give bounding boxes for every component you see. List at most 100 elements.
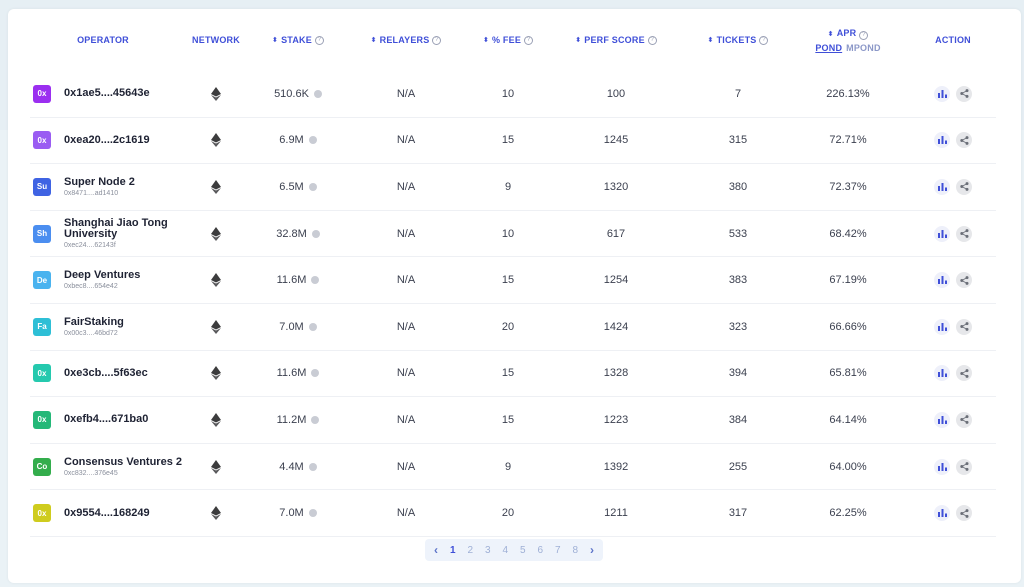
table-row[interactable]: Co Consensus Ventures 2 0xc832....376e45… <box>30 444 996 491</box>
table-row[interactable]: 0x 0x9554....168249 7.0M N/A 20 1211 317… <box>30 490 996 537</box>
action-cell <box>918 304 988 350</box>
page-button-8[interactable]: 8 <box>567 545 585 556</box>
bar-chart-icon[interactable] <box>934 272 950 289</box>
operator-cell[interactable]: 0x 0xefb4....671ba0 <box>33 397 183 443</box>
table-row[interactable]: 0x 0xe3cb....5f63ec 11.6M N/A 15 1328 39… <box>30 351 996 398</box>
bar-chart-icon[interactable] <box>934 365 950 382</box>
table-row[interactable]: 0x 0x1ae5....45643e 510.6K N/A 10 100 7 … <box>30 71 996 118</box>
tickets-value: 317 <box>728 507 748 520</box>
operator-name[interactable]: 0xefb4....671ba0 <box>64 414 148 425</box>
share-icon[interactable] <box>956 178 972 195</box>
stake-value: 7.0M <box>279 507 304 520</box>
info-dot-icon[interactable] <box>308 509 317 518</box>
share-icon[interactable] <box>956 132 972 149</box>
header-tickets[interactable]: ⬍ TICKETS? <box>688 9 788 71</box>
header-relayers[interactable]: ⬍ RELAYERS? <box>358 9 454 71</box>
table-row[interactable]: De Deep Ventures 0xbec8....654e42 11.6M … <box>30 257 996 304</box>
operator-name[interactable]: Shanghai Jiao Tong University <box>64 218 183 240</box>
operator-address: 0xec24....62143f <box>64 242 116 250</box>
operator-name[interactable]: Consensus Ventures 2 <box>64 456 182 468</box>
help-circle-icon[interactable]: ? <box>859 30 869 40</box>
tickets-value: 7 <box>734 87 742 100</box>
operator-name[interactable]: 0x9554....168249 <box>64 507 150 519</box>
fee-cell: 9 <box>468 164 548 210</box>
bar-chart-icon[interactable] <box>934 318 950 335</box>
page-button-7[interactable]: 7 <box>549 545 567 556</box>
operator-name[interactable]: Super Node 2 <box>64 176 135 188</box>
operator-cell[interactable]: 0x 0xe3cb....5f63ec <box>33 351 183 397</box>
share-icon[interactable] <box>956 505 972 522</box>
header-operator[interactable]: OPERATOR <box>68 9 138 71</box>
header-apr[interactable]: ⬍ APR? POND MPond <box>798 9 898 71</box>
info-dot-icon[interactable] <box>311 229 320 238</box>
help-circle-icon[interactable]: ? <box>759 35 769 45</box>
bar-chart-icon[interactable] <box>934 458 950 475</box>
operator-name[interactable]: 0xe3cb....5f63ec <box>64 367 148 379</box>
fee-value: 15 <box>501 134 515 147</box>
info-dot-icon[interactable] <box>313 89 322 98</box>
help-circle-icon[interactable]: ? <box>524 35 534 45</box>
info-dot-icon[interactable] <box>311 415 320 424</box>
operator-cell[interactable]: 0x 0x9554....168249 <box>33 490 183 536</box>
sort-icon: ⬍ <box>707 37 714 44</box>
table-row[interactable]: 0x 0xea20....2c1619 6.9M N/A 15 1245 315… <box>30 118 996 165</box>
page-button-3[interactable]: 3 <box>479 545 497 556</box>
page-button-1[interactable]: 1 <box>444 545 462 556</box>
perf-cell: 1245 <box>558 118 674 164</box>
operator-name[interactable]: 0x1ae5....45643e <box>64 88 150 99</box>
perf-cell: 1424 <box>558 304 674 350</box>
perf-cell: 1320 <box>558 164 674 210</box>
page-button-2[interactable]: 2 <box>462 545 480 556</box>
help-circle-icon[interactable]: ? <box>432 35 442 45</box>
share-icon[interactable] <box>956 411 972 428</box>
pond-toggle[interactable]: POND <box>815 43 842 53</box>
table-row[interactable]: 0x 0xefb4....671ba0 11.2M N/A 15 1223 38… <box>30 397 996 444</box>
info-dot-icon[interactable] <box>308 322 317 331</box>
bar-chart-icon[interactable] <box>934 85 950 102</box>
header-perf-score[interactable]: ⬍ PERF SCORE? <box>558 9 674 71</box>
ethereum-icon <box>211 273 221 288</box>
table-row[interactable]: Sh Shanghai Jiao Tong University 0xec24.… <box>30 211 996 258</box>
help-circle-icon[interactable]: ? <box>647 35 657 45</box>
share-icon[interactable] <box>956 365 972 382</box>
page-button-5[interactable]: 5 <box>514 545 532 556</box>
share-icon[interactable] <box>956 225 972 242</box>
help-circle-icon[interactable]: ? <box>314 35 324 45</box>
bar-chart-icon[interactable] <box>934 225 950 242</box>
bar-chart-icon[interactable] <box>934 132 950 149</box>
operator-cell[interactable]: Co Consensus Ventures 2 0xc832....376e45 <box>33 444 183 490</box>
info-dot-icon[interactable] <box>308 182 317 191</box>
header-stake[interactable]: ⬍ STAKE? <box>258 9 338 71</box>
operator-cell[interactable]: De Deep Ventures 0xbec8....654e42 <box>33 257 183 303</box>
mpond-toggle[interactable]: MPond <box>846 43 881 53</box>
header-fee[interactable]: ⬍% FEE? <box>468 9 548 71</box>
info-dot-icon[interactable] <box>311 276 320 285</box>
share-icon[interactable] <box>956 85 972 102</box>
operator-cell[interactable]: Su Super Node 2 0x8471....ad1410 <box>33 164 183 210</box>
chevron-right-icon[interactable]: › <box>584 543 600 557</box>
bar-chart-icon[interactable] <box>934 505 950 522</box>
info-dot-icon[interactable] <box>308 462 317 471</box>
operator-name[interactable]: Deep Ventures <box>64 270 140 281</box>
header-network[interactable]: NETWORK <box>186 9 246 71</box>
page-button-6[interactable]: 6 <box>532 545 550 556</box>
table-row[interactable]: Fa FairStaking 0x00c3....46bd72 7.0M N/A… <box>30 304 996 351</box>
operator-cell[interactable]: Fa FairStaking 0x00c3....46bd72 <box>33 304 183 350</box>
operator-cell[interactable]: 0x 0x1ae5....45643e <box>33 71 183 117</box>
operator-name[interactable]: 0xea20....2c1619 <box>64 134 150 146</box>
operator-cell[interactable]: Sh Shanghai Jiao Tong University 0xec24.… <box>33 211 183 257</box>
operator-cell[interactable]: 0x 0xea20....2c1619 <box>33 118 183 164</box>
chevron-left-icon[interactable]: ‹ <box>428 543 444 557</box>
bar-chart-icon[interactable] <box>934 411 950 428</box>
info-dot-icon[interactable] <box>311 369 320 378</box>
operator-name[interactable]: FairStaking <box>64 316 124 328</box>
sort-icon: ⬍ <box>827 30 834 38</box>
share-icon[interactable] <box>956 272 972 289</box>
table-row[interactable]: Su Super Node 2 0x8471....ad1410 6.5M N/… <box>30 164 996 211</box>
operator-info: Super Node 2 0x8471....ad1410 <box>64 176 135 197</box>
bar-chart-icon[interactable] <box>934 178 950 195</box>
info-dot-icon[interactable] <box>308 136 317 145</box>
share-icon[interactable] <box>956 318 972 335</box>
share-icon[interactable] <box>956 458 972 475</box>
page-button-4[interactable]: 4 <box>497 545 515 556</box>
